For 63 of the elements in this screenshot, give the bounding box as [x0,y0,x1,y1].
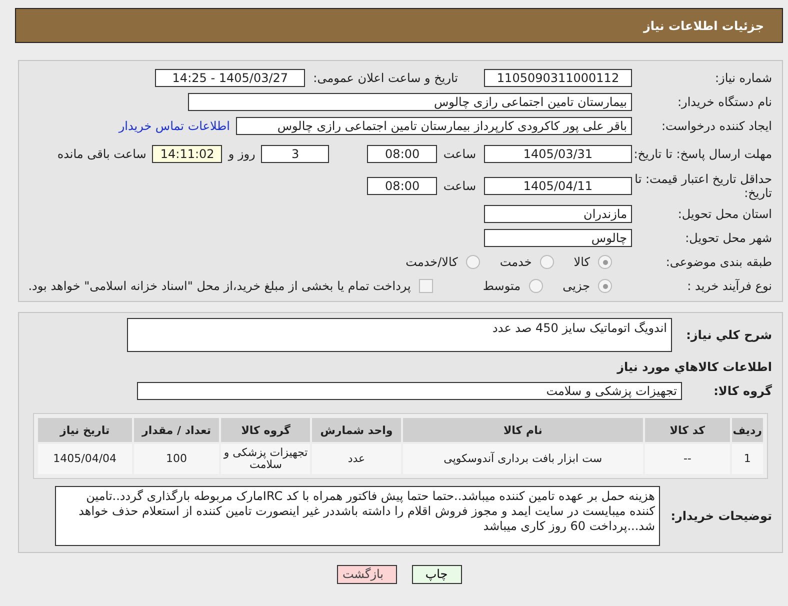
field-label: استان محل تحویل: [676,207,773,221]
time-label: ساعت [443,147,476,161]
section-title: اطلاعات کالاهاي مورد نياز [617,360,773,374]
radio-button[interactable] [598,279,612,293]
radio-button[interactable] [540,255,554,269]
column-header: تعداد / مقدار [132,417,220,443]
field-label: نوع فرآیند خرید : [686,279,773,293]
field-label: نام دستگاه خریدار: [676,95,773,109]
field-label: طبقه بندی موضوعی: [664,255,773,269]
radio-label: کالا [574,255,590,269]
field-label: شرح کلي نياز: [685,328,773,342]
field-label: مهلت ارسال پاسخ: تا تاریخ: [632,147,773,161]
city-field: چالوس [484,229,632,247]
column-header: تاریخ نیاز [37,417,133,443]
date-field: 1405/04/11 [484,177,632,195]
table-cell: عدد [311,443,402,475]
field-label: شهر محل تحویل: [684,231,773,245]
radio-label: متوسط [482,279,521,293]
radio-label: کالا/خدمت [406,255,458,269]
table-cell: تجهیزات پزشکی و سلامت [220,443,312,475]
field-label: ایجاد کننده درخواست: [660,119,773,133]
print-button[interactable]: چاپ [412,565,462,584]
radio-button[interactable] [598,255,612,269]
remaining-time-field: 14:11:02 [152,145,222,163]
date-field: 1405/03/31 [484,145,632,163]
description-field: اندویگ اتوماتیک سایز 450 صد عدد [127,318,672,352]
need-number-field: 1105090311000112 [484,69,632,87]
time-label: ساعت [443,179,476,193]
buyer-field: بیمارستان تامین اجتماعی رازی چالوس [188,93,632,111]
checkbox[interactable] [418,279,433,293]
table-cell: 1 [730,443,764,475]
column-header: ردیف [730,417,764,443]
field-label: شماره نیاز: [714,71,773,85]
days-field: 3 [261,145,330,163]
province-field: مازندران [484,205,632,223]
column-header: کد کالا [644,417,731,443]
remaining-label: ساعت باقی مانده [57,147,146,161]
column-header: واحد شمارش [311,417,402,443]
radio-button[interactable] [466,255,480,269]
contact-link[interactable]: اطلاعات تماس خریدار [118,119,230,133]
radio-button[interactable] [528,279,543,293]
radio-label: خدمت [500,255,532,269]
time-field: 08:00 [367,177,438,195]
table-cell: 1405/04/04 [37,443,133,475]
table-cell: 100 [132,443,220,475]
field-label: تاریخ و ساعت اعلان عمومی: [313,71,458,85]
page-title: جزئیات اطلاعات نیاز [643,18,764,32]
checkbox-label: پرداخت تمام یا بخشی از مبلغ خرید،از محل "اسناد خزانه اسلامی" خواهد بود. [28,279,411,293]
time-field: 08:00 [367,145,438,163]
field-label: توضیحات خریدار: [670,509,773,523]
field-label: گروه کالا: [712,384,773,398]
goods-group-field: تجهیزات پزشکی و سلامت [137,382,682,400]
column-header: نام کالا [402,417,644,443]
notes-field: هزینه حمل بر عهده تامین کننده میباشد..حتما حتما پیش فاکتور همراه با کد IRCمارک مربوطه بارگذاری گردد..تامین کننده میبایست در سایت ایمد و مجوز فروش اقلام را داشته باشددر غیر اینصورت تامین کننده از استعلام حذف خواهد شد...پرداخت 60 روز کاری میباشد [55,486,660,546]
radio-label: جزیی [562,279,590,293]
table-cell: ست ابزار بافت برداری آندوسکوپی [402,443,644,475]
column-header: گروه کالا [220,417,312,443]
requester-field: باقر علی پور کاکرودی کارپرداز بیمارستان تامین اجتماعی رازی چالوس [236,117,632,135]
field-label: حداقل تاریخ اعتبار قیمت: تا تاریخ: [634,172,773,200]
announce-date-field: 1405/03/27 - 14:25 [155,69,306,87]
days-label: روز و [228,147,256,161]
back-button[interactable]: بازگشت [336,565,396,584]
table-cell: -- [644,443,731,475]
